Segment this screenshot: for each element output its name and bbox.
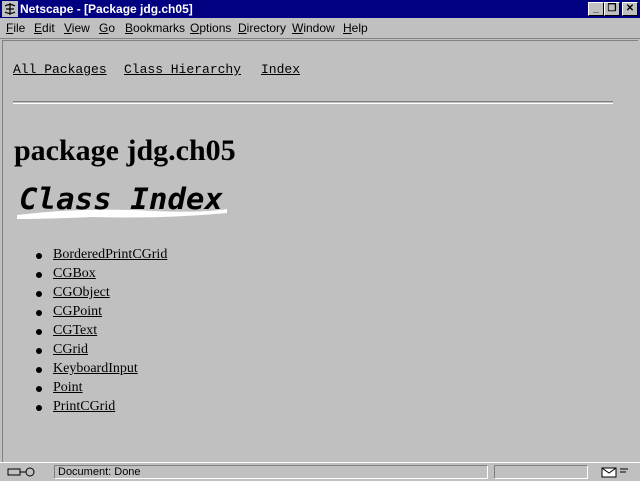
class-link[interactable]: BorderedPrintCGrid: [53, 247, 167, 263]
progress-bar: [494, 465, 588, 479]
menu-view-label: iew: [71, 21, 90, 35]
menu-options-accel: O: [190, 21, 200, 35]
bullet: [36, 272, 42, 278]
menu-go-label: o: [108, 21, 116, 35]
class-link[interactable]: CGBox: [53, 266, 96, 282]
close-button[interactable]: ✕: [622, 2, 638, 16]
menu-window-accel: W: [292, 21, 304, 35]
menu-help-label: elp: [351, 21, 368, 35]
title-bar[interactable]: Netscape - [Package jdg.ch05] _ ❐ ✕: [0, 0, 640, 18]
page-title: package jdg.ch05: [14, 134, 236, 167]
class-link[interactable]: CGrid: [53, 342, 88, 358]
menu-directory-accel: D: [238, 21, 247, 35]
menu-view[interactable]: View: [64, 21, 90, 35]
status-message-box: Document: Done: [54, 465, 488, 479]
class-link[interactable]: CGObject: [53, 285, 110, 301]
security-key-icon[interactable]: [4, 465, 48, 479]
menu-help-accel: H: [343, 21, 352, 35]
menu-bookmarks[interactable]: Bookmarks: [125, 21, 185, 35]
link-class-hierarchy[interactable]: Class Hierarchy: [124, 62, 241, 77]
menu-go-accel: G: [99, 21, 109, 35]
menu-view-accel: V: [64, 21, 72, 35]
menu-bookmarks-label: ookmarks: [133, 21, 186, 35]
bullet: [36, 348, 42, 354]
menu-edit-accel: E: [34, 21, 43, 35]
status-text: Document: Done: [58, 466, 141, 478]
netscape-icon[interactable]: [2, 1, 18, 17]
menu-window[interactable]: Window: [292, 21, 335, 35]
window-title: Netscape - [Package jdg.ch05]: [20, 2, 193, 16]
menu-file-label: ile: [13, 21, 26, 35]
menu-directory-label: irectory: [246, 21, 287, 35]
bullet: [36, 310, 42, 316]
class-link[interactable]: CGText: [53, 323, 97, 339]
class-link[interactable]: Point: [53, 380, 83, 396]
menu-options[interactable]: Options: [190, 21, 231, 35]
link-all-packages[interactable]: All Packages: [13, 62, 107, 77]
mail-icon[interactable]: [598, 465, 638, 479]
menu-directory[interactable]: Directory: [238, 21, 286, 35]
restore-button[interactable]: ❐: [604, 2, 620, 16]
menu-bar: File Edit View Go Bookmarks Options Dire…: [0, 18, 640, 39]
class-index-heading-text: Class Index: [19, 182, 224, 216]
menu-help[interactable]: Help: [343, 21, 368, 35]
menu-go[interactable]: Go: [99, 21, 115, 35]
menu-options-label: ptions: [199, 21, 232, 35]
bullet: [36, 253, 42, 259]
menu-edit[interactable]: Edit: [34, 21, 55, 35]
bullet: [36, 367, 42, 373]
menu-window-label: indow: [303, 21, 335, 35]
link-index[interactable]: Index: [261, 62, 300, 77]
menu-edit-label: dit: [42, 21, 55, 35]
bullet: [36, 329, 42, 335]
class-index-heading-image: Class Index: [17, 182, 227, 219]
bullet: [36, 386, 42, 392]
bullet: [36, 291, 42, 297]
minimize-button[interactable]: _: [588, 2, 604, 16]
menu-file[interactable]: File: [6, 21, 25, 35]
class-link[interactable]: KeyboardInput: [53, 361, 138, 377]
class-link[interactable]: PrintCGrid: [53, 399, 115, 415]
bullet: [36, 405, 42, 411]
menu-bookmarks-accel: B: [125, 21, 134, 35]
horizontal-rule: [13, 101, 613, 104]
document-content[interactable]: All Packages Class Hierarchy Index packa…: [2, 40, 638, 462]
class-link[interactable]: CGPoint: [53, 304, 102, 320]
status-bar: Document: Done: [0, 462, 640, 481]
